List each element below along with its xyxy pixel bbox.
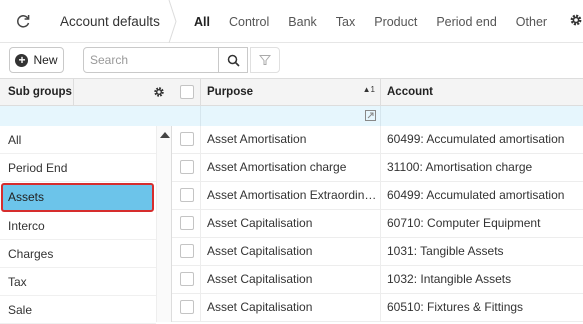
subgroups-list: All Period End Assets Interco Charges Ta…	[0, 126, 156, 324]
table-row[interactable]: Asset Capitalisation 60710: Computer Equ…	[172, 210, 583, 238]
tab-product[interactable]: Product	[374, 15, 417, 29]
subgroup-item-tax[interactable]: Tax	[0, 268, 156, 296]
tab-all[interactable]: All	[194, 15, 210, 29]
subgroup-item-charges[interactable]: Charges	[0, 240, 156, 268]
row-select-cell	[172, 182, 201, 209]
cell-purpose: Asset Capitalisation	[201, 294, 381, 321]
row-checkbox[interactable]	[180, 132, 194, 146]
scroll-up-arrow-icon[interactable]	[160, 132, 170, 138]
row-select-cell	[172, 154, 201, 181]
grid-body: Asset Amortisation 60499: Accumulated am…	[172, 126, 583, 322]
search-input[interactable]	[83, 47, 219, 73]
subgroup-item-assets[interactable]: Assets	[1, 183, 154, 212]
search-button[interactable]	[218, 47, 248, 73]
row-select-cell	[172, 294, 201, 321]
tab-bar: All Control Bank Tax Product Period end …	[194, 0, 566, 43]
settings-button[interactable]	[568, 12, 583, 30]
row-select-cell	[172, 238, 201, 265]
refresh-button[interactable]	[0, 0, 46, 43]
tab-control[interactable]: Control	[229, 15, 269, 29]
plus-circle-icon: +	[15, 53, 29, 67]
column-label-account: Account	[387, 86, 433, 98]
row-checkbox[interactable]	[180, 160, 194, 174]
grid-filter-row[interactable]	[172, 106, 583, 126]
filter-divider	[380, 106, 381, 126]
new-button[interactable]: + New	[9, 47, 64, 73]
row-checkbox[interactable]	[180, 216, 194, 230]
row-select-cell	[172, 210, 201, 237]
row-checkbox[interactable]	[180, 272, 194, 286]
new-button-label: New	[33, 53, 58, 67]
table-row[interactable]: Asset Capitalisation 1031: Tangible Asse…	[172, 238, 583, 266]
tab-bank[interactable]: Bank	[288, 15, 317, 29]
subgroups-filter-row[interactable]	[0, 106, 172, 126]
cell-account: 1032: Intangible Assets	[387, 272, 512, 286]
subgroup-item-interco[interactable]: Interco	[0, 212, 156, 240]
tab-tax[interactable]: Tax	[336, 15, 355, 29]
subgroup-item-period-end[interactable]: Period End	[0, 154, 156, 182]
tab-period-end[interactable]: Period end	[436, 15, 496, 29]
gear-icon[interactable]	[152, 85, 166, 99]
subgroups-header: Sub groups	[0, 78, 172, 106]
tab-other[interactable]: Other	[516, 15, 547, 29]
search-icon	[227, 54, 240, 67]
table-row[interactable]: Asset Amortisation Extraordina... 60499:…	[172, 182, 583, 210]
filter-icon	[259, 55, 271, 65]
subgroup-item-all[interactable]: All	[0, 126, 156, 154]
select-all-cell	[172, 79, 201, 106]
subgroups-title: Sub groups	[8, 86, 72, 98]
row-checkbox[interactable]	[180, 244, 194, 258]
column-divider	[73, 79, 74, 106]
row-checkbox[interactable]	[180, 188, 194, 202]
page-title: Account defaults	[60, 13, 160, 29]
column-header-account[interactable]: Account	[381, 79, 583, 106]
filter-divider	[200, 106, 201, 126]
sort-index: 1	[370, 85, 375, 94]
expand-icon[interactable]	[365, 110, 376, 121]
column-header-purpose[interactable]: Purpose ▲1	[201, 79, 381, 106]
subgroup-item-sale[interactable]: Sale	[0, 296, 156, 324]
cell-purpose: Asset Capitalisation	[201, 266, 381, 293]
cell-account: 60499: Accumulated amortisation	[387, 188, 565, 202]
title-divider	[168, 0, 177, 43]
cell-account: 60510: Fixtures & Fittings	[387, 300, 524, 314]
scrollbar[interactable]	[156, 126, 171, 322]
cell-purpose: Asset Capitalisation	[201, 238, 381, 265]
table-row[interactable]: Asset Capitalisation 60510: Fixtures & F…	[172, 294, 583, 322]
gear-icon	[570, 14, 582, 26]
subgroups-panel: Sub groups All Period End Assets Interco…	[0, 78, 172, 324]
row-select-cell	[172, 266, 201, 293]
row-checkbox[interactable]	[180, 300, 194, 314]
row-select-cell	[172, 126, 201, 153]
table-row[interactable]: Asset Amortisation 60499: Accumulated am…	[172, 126, 583, 154]
table-row[interactable]: Asset Capitalisation 1032: Intangible As…	[172, 266, 583, 294]
select-all-checkbox[interactable]	[180, 85, 194, 99]
cell-purpose: Asset Amortisation charge	[201, 154, 381, 181]
cell-account: 60710: Computer Equipment	[387, 216, 541, 230]
grid-header: Purpose ▲1 Account	[172, 78, 583, 106]
cell-purpose: Asset Capitalisation	[201, 210, 381, 237]
column-label-purpose: Purpose	[207, 86, 254, 98]
table-row[interactable]: Asset Amortisation charge 31100: Amortis…	[172, 154, 583, 182]
cell-account: 60499: Accumulated amortisation	[387, 132, 565, 146]
toolbar: + New	[0, 43, 583, 78]
cell-account: 1031: Tangible Assets	[387, 244, 504, 258]
filter-button[interactable]	[250, 47, 280, 73]
sort-ascending-icon: ▲1	[362, 85, 375, 94]
cell-account: 31100: Amortisation charge	[387, 160, 533, 174]
top-bar: Account defaults All Control Bank Tax Pr…	[0, 0, 583, 43]
refresh-icon	[17, 15, 30, 28]
cell-purpose: Asset Amortisation	[201, 126, 381, 153]
cell-purpose: Asset Amortisation Extraordina...	[201, 182, 381, 209]
account-grid: Purpose ▲1 Account Asset Amortisation 60…	[172, 78, 583, 322]
